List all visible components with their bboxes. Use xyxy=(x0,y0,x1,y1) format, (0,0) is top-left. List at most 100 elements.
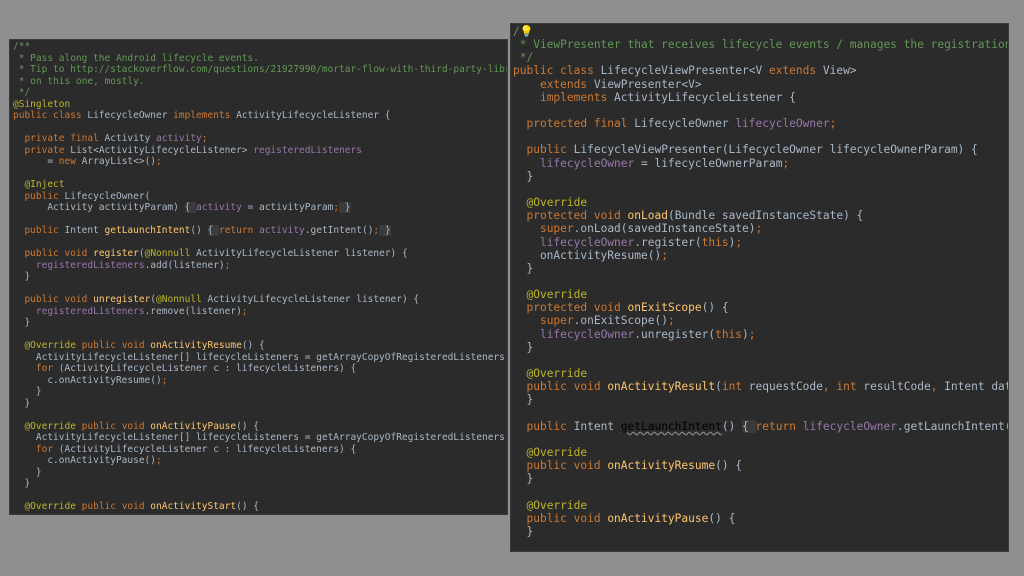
code-line[interactable]: ​ xyxy=(513,183,1008,196)
code-line[interactable]: public LifecycleOwner( xyxy=(13,191,507,203)
code-line[interactable]: } xyxy=(13,271,507,283)
code-line[interactable]: super.onExitScope(); xyxy=(513,314,1008,327)
code-line[interactable]: extends ViewPresenter<V> xyxy=(513,78,1008,91)
code-token: implements xyxy=(539,90,615,104)
code-line[interactable]: } xyxy=(13,386,507,398)
code-line[interactable]: * on this one, mostly. xyxy=(13,76,507,88)
code-line[interactable]: } xyxy=(513,472,1008,485)
folded-code-region[interactable]: { xyxy=(184,202,197,213)
code-line[interactable]: lifecycleOwner = lifecycleOwnerParam; xyxy=(513,157,1008,170)
code-token: V xyxy=(688,77,695,91)
code-line[interactable]: protected final LifecycleOwner lifecycle… xyxy=(513,117,1008,130)
code-line[interactable]: implements ActivityLifecycleListener { xyxy=(513,91,1008,104)
code-line[interactable]: ​ xyxy=(513,485,1008,498)
code-line[interactable]: lifecycleOwner.register(this); xyxy=(513,236,1008,249)
code-line[interactable]: private final Activity activity; xyxy=(13,133,507,145)
code-line[interactable]: for (ActivityLifecycleListener c : lifec… xyxy=(13,444,507,456)
code-line[interactable]: /** xyxy=(13,41,507,53)
code-line[interactable]: c.onActivityResume(); xyxy=(13,375,507,387)
code-line[interactable]: ​ xyxy=(13,214,507,226)
code-line[interactable]: ​ xyxy=(513,130,1008,143)
code-line[interactable]: */ xyxy=(513,51,1008,64)
lightbulb-icon[interactable]: 💡 xyxy=(520,25,534,38)
code-line[interactable]: protected void onLoad(Bundle savedInstan… xyxy=(513,209,1008,222)
code-line[interactable]: } xyxy=(513,341,1008,354)
code-token: = lifecycleOwnerParam xyxy=(634,156,783,170)
folded-code-region[interactable]: { xyxy=(742,419,756,433)
code-line[interactable]: onActivityResume(); xyxy=(513,249,1008,262)
code-line[interactable]: } xyxy=(13,398,507,410)
code-line[interactable]: ​ xyxy=(513,104,1008,117)
code-line[interactable]: * Tip to http://stackoverflow.com/questi… xyxy=(13,64,507,76)
code-line[interactable]: } xyxy=(513,262,1008,275)
folded-code-region[interactable]: } xyxy=(339,202,351,213)
code-line[interactable]: ​ xyxy=(13,409,507,421)
code-line[interactable]: @Override xyxy=(513,446,1008,459)
code-line[interactable]: /💡 xyxy=(513,25,1008,38)
right-code-area[interactable]: /💡 * ViewPresenter that receives lifecyc… xyxy=(511,24,1008,538)
code-line[interactable]: @Override xyxy=(513,499,1008,512)
code-line[interactable]: @Override public void onActivityResume()… xyxy=(13,340,507,352)
code-line[interactable]: public LifecycleViewPresenter(LifecycleO… xyxy=(513,143,1008,156)
code-line[interactable]: @Singleton xyxy=(13,99,507,111)
code-line[interactable]: * ViewPresenter that receives lifecycle … xyxy=(513,38,1008,51)
code-line[interactable]: ​ xyxy=(13,122,507,134)
code-line[interactable]: @Override xyxy=(513,288,1008,301)
code-line[interactable]: public void onActivityResume() { xyxy=(513,459,1008,472)
code-line[interactable]: c.onActivityPause(); xyxy=(13,455,507,467)
code-line[interactable]: registeredListeners.remove(listener); xyxy=(13,306,507,318)
code-line[interactable]: @Override xyxy=(513,367,1008,380)
code-line[interactable]: ​ xyxy=(13,237,507,249)
code-line[interactable]: ​ xyxy=(513,354,1008,367)
code-line[interactable]: @Override public void onActivityPause() … xyxy=(13,421,507,433)
code-line[interactable]: ​ xyxy=(513,407,1008,420)
code-line[interactable]: @Inject xyxy=(13,179,507,191)
code-token: .remove(listener) xyxy=(144,305,242,317)
code-line[interactable]: * Pass along the Android lifecycle event… xyxy=(13,53,507,65)
right-code-editor[interactable]: /💡 * ViewPresenter that receives lifecyc… xyxy=(511,24,1008,551)
code-line[interactable]: for (ActivityLifecycleListener c : lifec… xyxy=(13,363,507,375)
code-token: LifecycleOwner xyxy=(87,110,174,121)
code-line[interactable]: public Intent getLaunchIntent() { return… xyxy=(13,225,507,237)
code-line[interactable]: ​ xyxy=(13,490,507,502)
code-line[interactable]: */ xyxy=(13,87,507,99)
code-line[interactable]: ActivityLifecycleListener[] lifecycleLis… xyxy=(13,352,507,364)
code-line[interactable]: } xyxy=(513,170,1008,183)
code-line[interactable]: ​ xyxy=(513,275,1008,288)
code-line[interactable]: public void register(@Nonnull ActivityLi… xyxy=(13,248,507,260)
code-token: extends xyxy=(539,77,594,91)
code-line[interactable]: @Override xyxy=(513,196,1008,209)
code-token: onActivityPause xyxy=(607,511,709,525)
code-line[interactable]: Activity activityParam) { activity = act… xyxy=(13,202,507,214)
code-line[interactable]: public class LifecycleViewPresenter<V ex… xyxy=(513,64,1008,77)
code-line[interactable]: } xyxy=(13,478,507,490)
left-code-area[interactable]: /** * Pass along the Android lifecycle e… xyxy=(10,40,507,513)
code-line[interactable]: registeredListeners.add(listener); xyxy=(13,260,507,272)
code-line[interactable]: = new ArrayList<>(); xyxy=(13,156,507,168)
code-line[interactable]: public void unregister(@Nonnull Activity… xyxy=(13,294,507,306)
code-line[interactable]: ​ xyxy=(13,168,507,180)
code-line[interactable]: public Intent getLaunchIntent() { return… xyxy=(513,419,1008,433)
code-line[interactable]: ​ xyxy=(513,433,1008,446)
code-line[interactable]: ​ xyxy=(13,283,507,295)
code-line[interactable]: } xyxy=(13,317,507,329)
code-line[interactable]: public class LifecycleOwner implements A… xyxy=(13,110,507,122)
code-line[interactable]: ​ xyxy=(13,329,507,341)
code-line[interactable]: protected void onExitScope() { xyxy=(513,301,1008,314)
code-line[interactable]: } xyxy=(13,467,507,479)
code-line[interactable]: private List<ActivityLifecycleListener> … xyxy=(13,145,507,157)
code-line[interactable]: } xyxy=(513,393,1008,406)
code-line[interactable]: lifecycleOwner.unregister(this); xyxy=(513,328,1008,341)
code-line[interactable]: @Override public void onActivityStart() … xyxy=(13,501,507,513)
code-token: (Bundle savedInstanceState) { xyxy=(667,209,864,223)
code-line[interactable]: } xyxy=(513,525,1008,538)
folded-code-region[interactable]: { xyxy=(207,225,219,236)
code-line[interactable]: public void onActivityResult(int request… xyxy=(513,380,1008,393)
code-line[interactable]: ActivityLifecycleListener[] lifecycleLis… xyxy=(13,432,507,444)
code-line[interactable]: public void onActivityPause() { xyxy=(513,512,1008,525)
code-line[interactable]: super.onLoad(savedInstanceState); xyxy=(513,222,1008,235)
folded-code-region[interactable]: } xyxy=(379,225,391,236)
left-code-editor[interactable]: /** * Pass along the Android lifecycle e… xyxy=(10,40,507,514)
